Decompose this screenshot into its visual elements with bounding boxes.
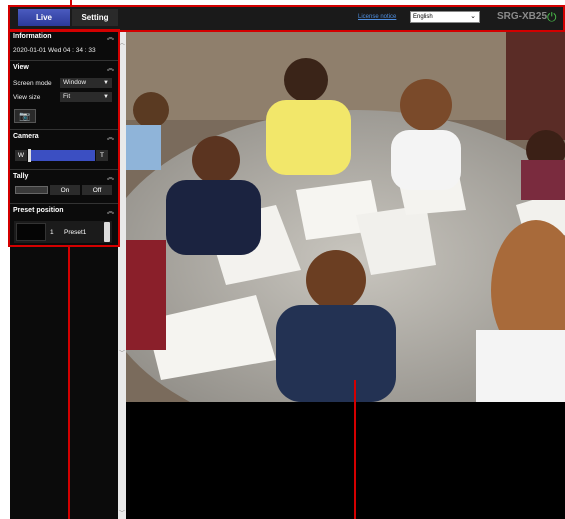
control-panel-callout-frame <box>8 29 120 247</box>
video-area <box>126 30 565 519</box>
header-callout-frame <box>8 5 565 32</box>
chevron-down-icon[interactable]: ﹀ <box>119 508 125 517</box>
live-video-image[interactable] <box>126 30 565 402</box>
video-scene-illustration <box>126 30 565 402</box>
chevron-down-icon[interactable]: ﹀ <box>119 348 125 357</box>
video-callout-line <box>354 380 356 519</box>
control-panel-callout-line <box>68 247 70 519</box>
header-callout-line <box>70 0 72 6</box>
